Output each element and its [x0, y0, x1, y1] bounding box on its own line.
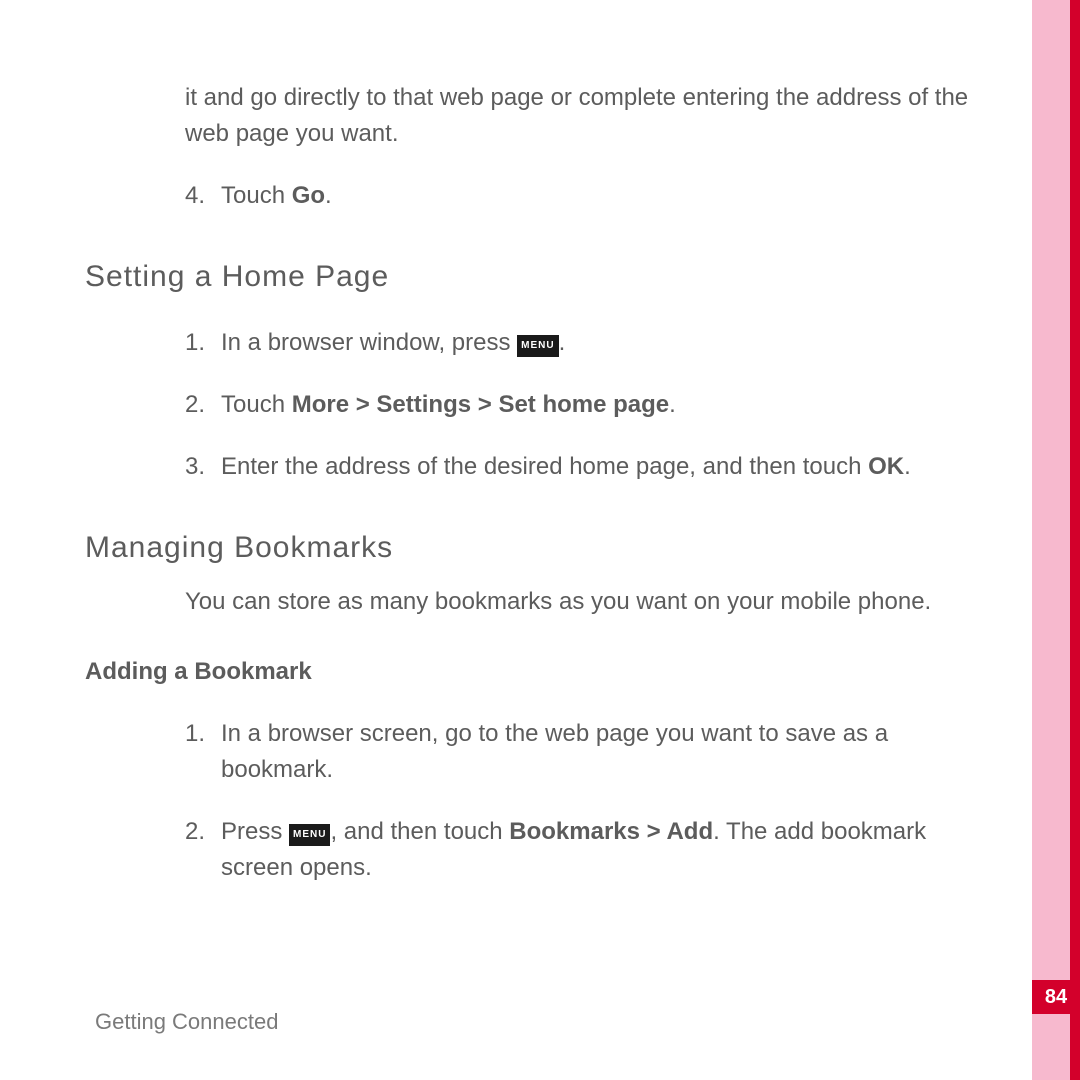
- side-stripe-red: [1070, 0, 1080, 1080]
- step-text-suffix: .: [559, 329, 566, 356]
- step-number: 1.: [185, 716, 221, 788]
- ok-label: OK: [868, 453, 904, 480]
- homepage-step-3: 3. Enter the address of the desired home…: [185, 449, 990, 485]
- homepage-step-1: 1. In a browser window, press MENU.: [185, 325, 990, 361]
- menu-key-icon: MENU: [517, 335, 558, 357]
- step-text-suffix: .: [325, 182, 332, 209]
- step-text: In a browser screen, go to the web page …: [221, 716, 990, 788]
- step-number: 1.: [185, 325, 221, 361]
- heading-adding-bookmark: Adding a Bookmark: [85, 654, 1000, 690]
- step-text: In a browser window, press MENU.: [221, 325, 990, 361]
- continuation-paragraph: it and go directly to that web page or c…: [185, 80, 990, 152]
- bookmarks-intro: You can store as many bookmarks as you w…: [185, 584, 990, 620]
- step-number: 4.: [185, 178, 221, 214]
- step-number: 2.: [185, 814, 221, 886]
- side-stripe-pink: [1032, 0, 1070, 1080]
- heading-setting-home-page: Setting a Home Page: [85, 254, 1000, 299]
- manual-page: 84 it and go directly to that web page o…: [0, 0, 1080, 1080]
- homepage-step-2: 2. Touch More > Settings > Set home page…: [185, 387, 990, 423]
- menu-key-icon: MENU: [289, 824, 330, 846]
- menu-path-bookmarks-add: Bookmarks > Add: [509, 818, 713, 845]
- go-label: Go: [292, 182, 325, 209]
- step-text: Press MENU, and then touch Bookmarks > A…: [221, 814, 990, 886]
- step-text-prefix: Enter the address of the desired home pa…: [221, 453, 868, 480]
- heading-managing-bookmarks: Managing Bookmarks: [85, 525, 1000, 570]
- step-text-prefix: Press: [221, 818, 289, 845]
- bookmark-step-1: 1. In a browser screen, go to the web pa…: [185, 716, 990, 788]
- page-number-tab: 84: [1032, 980, 1080, 1014]
- step-touch-go: 4. Touch Go.: [185, 178, 990, 214]
- step-number: 3.: [185, 449, 221, 485]
- step-text-prefix: Touch: [221, 391, 292, 418]
- footer-chapter-title: Getting Connected: [95, 1009, 278, 1035]
- step-text-mid: , and then touch: [330, 818, 509, 845]
- step-text-prefix: In a browser window, press: [221, 329, 517, 356]
- step-text-suffix: .: [904, 453, 911, 480]
- step-number: 2.: [185, 387, 221, 423]
- step-text: Touch More > Settings > Set home page.: [221, 387, 990, 423]
- bookmark-step-2: 2. Press MENU, and then touch Bookmarks …: [185, 814, 990, 886]
- step-text-prefix: Touch: [221, 182, 292, 209]
- page-content: it and go directly to that web page or c…: [0, 0, 1020, 932]
- step-text-suffix: .: [669, 391, 676, 418]
- step-text: Enter the address of the desired home pa…: [221, 449, 990, 485]
- menu-path-set-home-page: More > Settings > Set home page: [292, 391, 669, 418]
- step-text: Touch Go.: [221, 178, 990, 214]
